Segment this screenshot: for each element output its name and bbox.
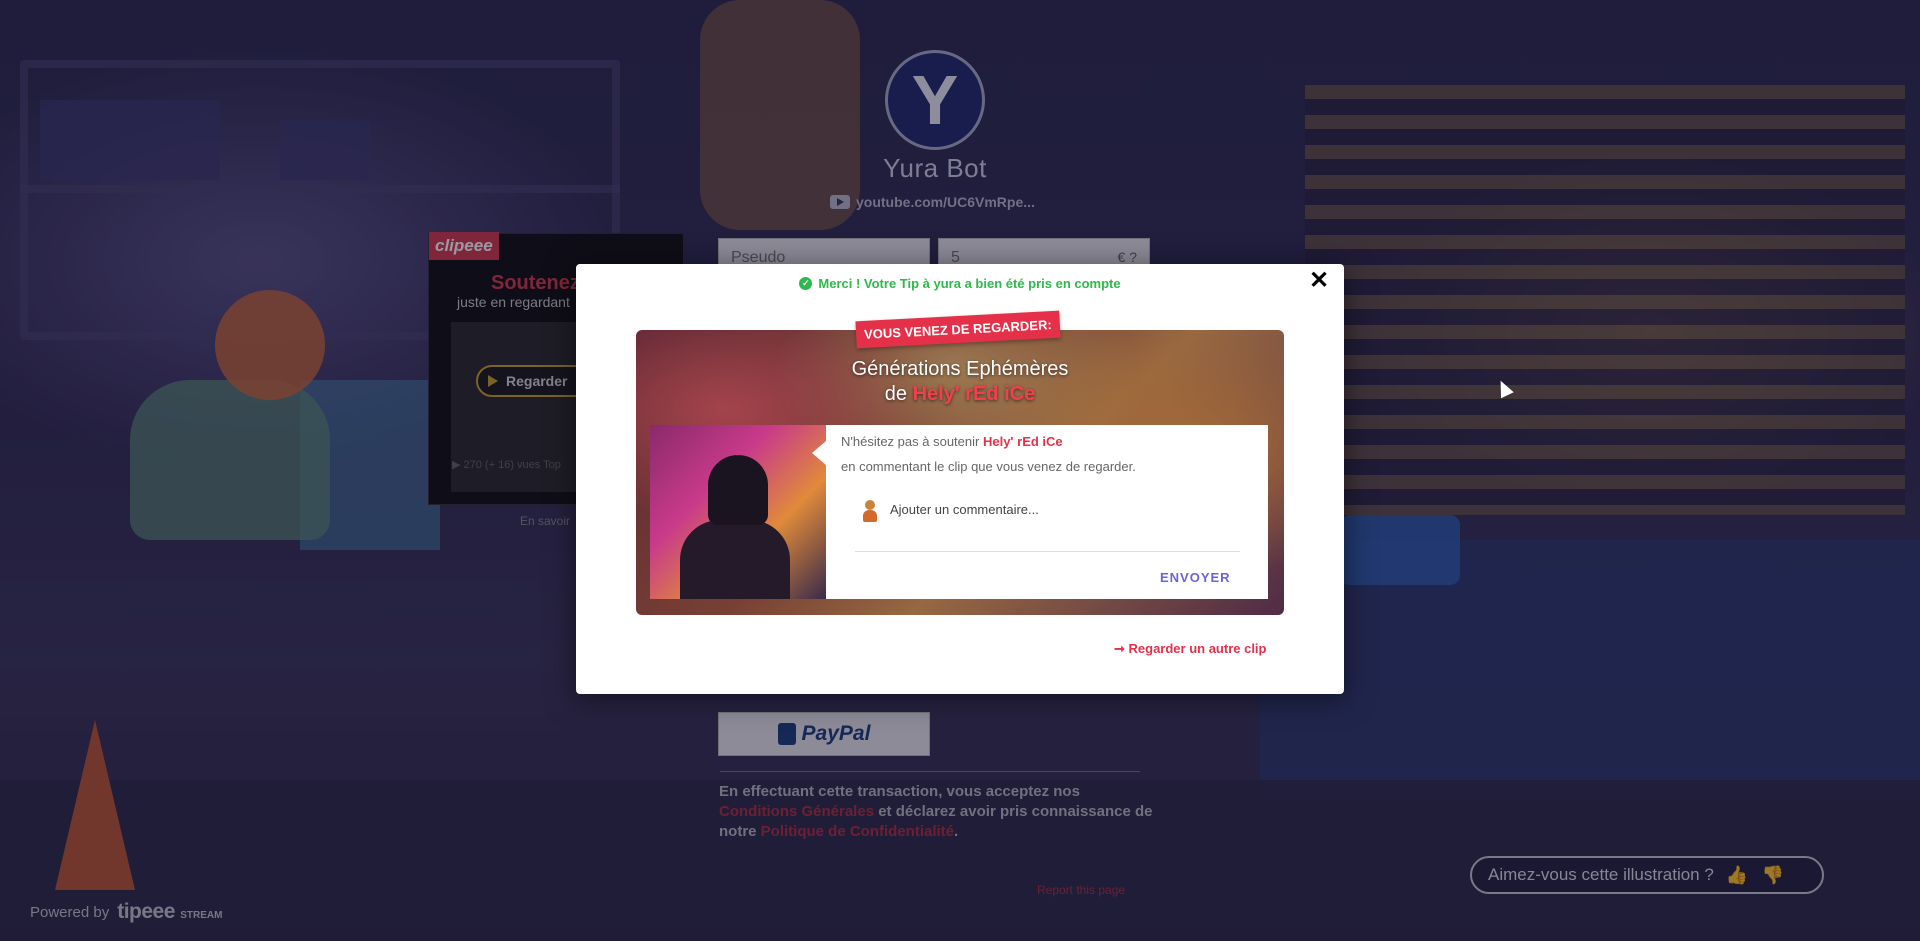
- thumbnail-figure-head: [708, 455, 768, 525]
- support-line: N'hésitez pas à soutenir Hely' rEd iCe: [841, 434, 1063, 449]
- support-prefix: N'hésitez pas à soutenir: [841, 434, 980, 449]
- watch-another-clip-link[interactable]: ➞ Regarder un autre clip: [1114, 641, 1266, 657]
- clip-artist[interactable]: Hely' rEd iCe: [913, 383, 1036, 405]
- thumbnail-figure-body: [680, 520, 790, 599]
- clip-by-prefix: de: [884, 383, 908, 405]
- success-text: Merci ! Votre Tip à yura a bien été pris…: [818, 276, 1121, 291]
- comment-panel-pointer: [812, 441, 826, 465]
- support-line-2: en commentant le clip que vous venez de …: [841, 459, 1136, 474]
- avatar: [862, 500, 878, 522]
- comment-underline: [855, 551, 1240, 552]
- success-message: ✓ Merci ! Votre Tip à yura a bien été pr…: [576, 276, 1344, 291]
- avatar-body: [863, 510, 877, 522]
- check-icon: ✓: [799, 277, 813, 290]
- comment-input[interactable]: [890, 498, 1240, 520]
- clip-author: de Hely' rEd iCe: [636, 383, 1284, 406]
- avatar-head: [865, 500, 875, 510]
- clip-title: Générations Ephémères: [851, 358, 1069, 380]
- clip-thumbnail[interactable]: [650, 425, 826, 599]
- support-artist[interactable]: Hely' rEd iCe: [983, 434, 1063, 449]
- send-button[interactable]: ENVOYER: [1160, 570, 1231, 585]
